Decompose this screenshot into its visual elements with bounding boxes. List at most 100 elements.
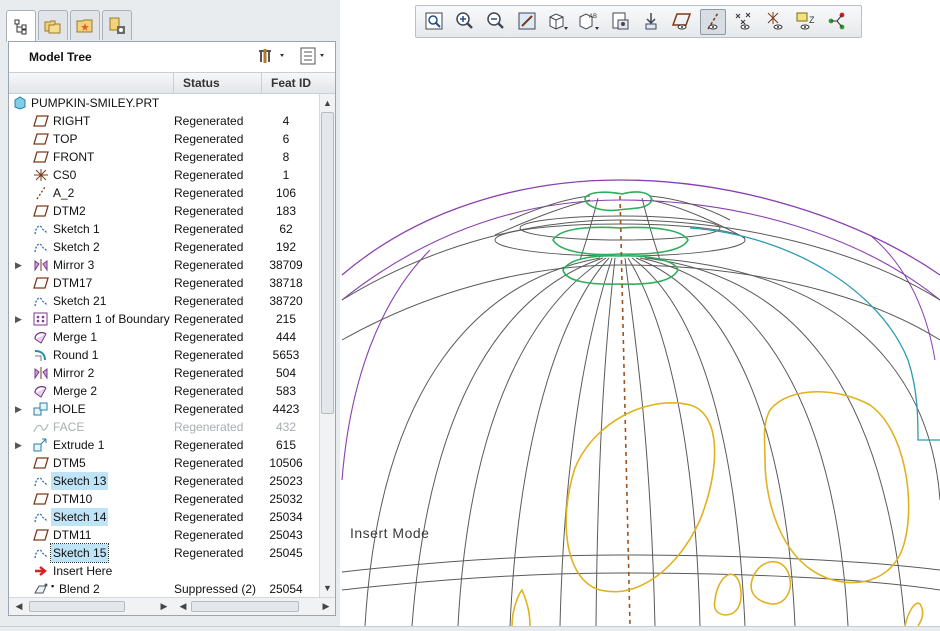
tree-row[interactable]: Sketch 13 Regenerated 25023 [9,472,319,490]
tree-row[interactable]: Sketch 2 Regenerated 192 [9,238,319,256]
tree-row[interactable]: DTM17 Regenerated 38718 [9,274,319,292]
refit-button[interactable] [421,9,447,35]
column-header-tree [9,72,173,94]
column-header-status[interactable]: Status [173,72,261,94]
expand-arrow-icon[interactable]: ▶ [15,400,25,418]
part-icon [13,96,29,110]
csys-display-button[interactable] [762,9,788,35]
svg-text:AB: AB [589,14,597,20]
pumpkin-wireframe [341,179,940,626]
zoom-out-button[interactable] [483,9,509,35]
tab-favorites[interactable] [70,10,100,40]
tree-row[interactable]: A_2 Regenerated 106 [9,184,319,202]
tree-row[interactable]: TOP Regenerated 6 [9,130,319,148]
feature-id: 10506 [269,456,303,470]
model-tree-list: PUMPKIN-SMILEY.PRT RIGHT Regenerated 4 TOP R… [9,94,319,598]
point-display-icon [733,11,755,34]
tree-row[interactable]: CS0 Regenerated 1 [9,166,319,184]
feature-name: Sketch 2 [53,240,100,254]
tree-row[interactable]: DTM11 Regenerated 25043 [9,526,319,544]
feature-status: Regenerated [174,276,244,290]
tree-row[interactable]: Sketch 21 Regenerated 38720 [9,292,319,310]
feature-name: FACE [53,420,85,434]
columns-scroll-thumb[interactable] [191,601,299,612]
saved-orientations-button[interactable]: AB [576,9,602,35]
feature-status: Regenerated [174,366,244,380]
tree-row[interactable]: FACE Regenerated 432 [9,418,319,436]
expand-arrow-icon[interactable]: ▶ [15,436,25,454]
tree-settings-icon [257,46,287,69]
graphics-window[interactable] [341,40,940,626]
feature-id: 25023 [269,474,303,488]
expand-arrow-icon[interactable]: ▶ [15,310,25,328]
feature-name: Blend 2 [59,582,100,596]
feature-name: DTM17 [53,276,93,290]
feature-status: Regenerated [174,546,244,560]
tree-row[interactable]: Sketch 14 Regenerated 25034 [9,508,319,526]
feature-status: Regenerated [174,402,244,416]
columns-horizontal-scrollbar[interactable]: ◀ ▶ [173,597,335,615]
tab-model-tree[interactable] [6,10,36,42]
feature-status: Regenerated [174,186,244,200]
tree-row[interactable]: Merge 2 Regenerated 583 [9,382,319,400]
tree-row[interactable]: Mirror 2 Regenerated 504 [9,364,319,382]
tree-row[interactable]: Round 1 Regenerated 5653 [9,346,319,364]
tree-row[interactable]: ▶ HOLE Regenerated 4423 [9,400,319,418]
display-style-button[interactable] [545,9,571,35]
tree-settings-button[interactable] [257,46,287,68]
tree-row[interactable]: DTM5 Regenerated 10506 [9,454,319,472]
view-manager-button[interactable] [607,9,633,35]
pattern-icon [33,312,49,326]
tree-row[interactable]: Blend 2 ▪ Suppressed (2) 25054 [9,580,319,598]
feature-status: Regenerated [174,528,244,542]
column-header-feat-id[interactable]: Feat ID [261,72,335,94]
feature-status: Regenerated [174,510,244,524]
scroll-up-icon[interactable]: ▲ [320,96,335,111]
spin-center-button[interactable] [638,9,664,35]
feature-id: 25043 [269,528,303,542]
feature-id: 215 [275,312,297,326]
feature-status: Regenerated [174,294,244,308]
annotation-display-button[interactable]: Z [793,9,819,35]
columns-scroll-left-icon[interactable]: ◀ [176,599,190,614]
tab-folder-browser[interactable] [38,10,68,40]
feature-name: Sketch 15 [49,543,110,563]
simulation-display-button[interactable] [824,9,850,35]
tree-row[interactable]: DTM10 Regenerated 25032 [9,490,319,508]
repaint-button[interactable] [514,9,540,35]
tree-row[interactable]: Sketch 1 Regenerated 62 [9,220,319,238]
tree-row[interactable]: ▶ Extrude 1 Regenerated 615 [9,436,319,454]
feature-id: 25034 [269,510,303,524]
tree-row[interactable]: Insert Here [9,562,319,580]
tree-row[interactable]: Sketch 15 Regenerated 25045 [9,543,319,563]
tree-row[interactable]: FRONT Regenerated 8 [9,148,319,166]
feature-name: Merge 1 [53,330,98,344]
expand-arrow-icon[interactable]: ▶ [15,256,25,274]
columns-scroll-right-icon[interactable]: ▶ [319,599,333,614]
feature-name: TOP [53,132,78,146]
tree-vertical-scrollbar[interactable]: ▲ ▼ [319,94,335,597]
tree-root-item[interactable]: PUMPKIN-SMILEY.PRT [9,94,319,112]
tree-horizontal-scrollbar[interactable]: ◀ ▶ [9,597,173,615]
tree-row[interactable]: ▶ Mirror 3 Regenerated 38709 [9,256,319,274]
sketch-icon [33,222,49,236]
feature-status: Regenerated [174,132,244,146]
vertical-scroll-thumb[interactable] [321,112,334,414]
plane-display-button[interactable] [669,9,695,35]
point-display-button[interactable] [731,9,757,35]
feature-status: Regenerated [174,474,244,488]
tab-connections[interactable] [102,10,132,40]
tree-row[interactable]: ▶ Pattern 1 of Boundary Regenerated 215 [9,310,319,328]
tree-row[interactable]: Merge 1 Regenerated 444 [9,328,319,346]
feature-status: Regenerated [174,330,244,344]
tree-row[interactable]: RIGHT Regenerated 4 [9,112,319,130]
scroll-down-icon[interactable]: ▼ [320,581,335,596]
scroll-left-icon[interactable]: ◀ [12,599,26,614]
horizontal-scroll-thumb[interactable] [29,601,125,612]
datum-plane-icon [33,132,49,146]
show-columns-button[interactable] [299,46,329,68]
zoom-in-button[interactable] [452,9,478,35]
tree-row[interactable]: DTM2 Regenerated 183 [9,202,319,220]
axis-display-button[interactable] [700,9,726,35]
scroll-right-icon[interactable]: ▶ [157,599,171,614]
